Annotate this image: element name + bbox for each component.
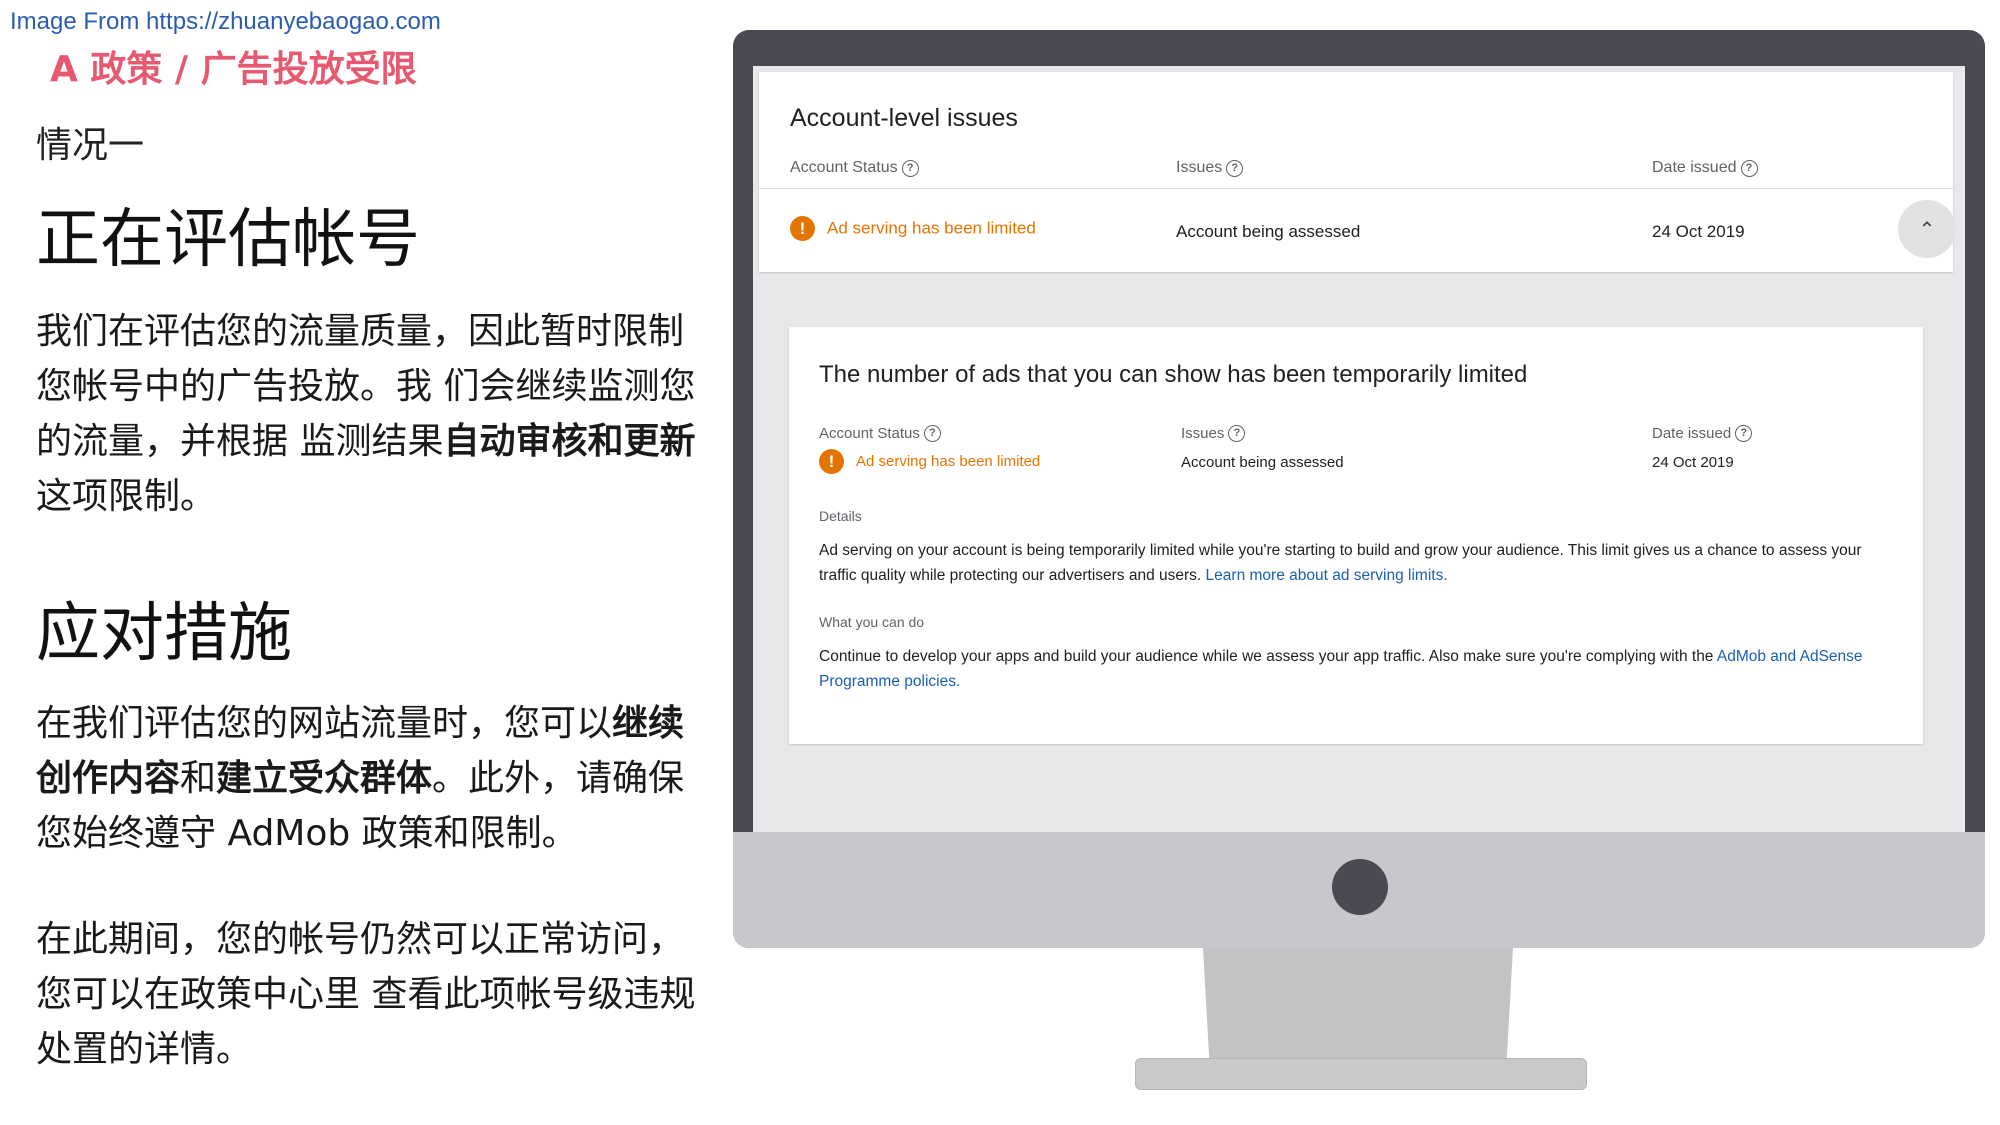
detail-label-account-status: Account Status: [819, 425, 920, 442]
detail-label-issues: Issues: [1181, 425, 1225, 442]
column-label-account-status: Account Status: [790, 159, 898, 176]
detail-status-text: Ad serving has been limited: [856, 453, 1041, 470]
paragraph-meanwhile: 在此期间，您的帐号仍然可以正常访问，您可以在政策中心里 查看此项帐号级违规处置的…: [36, 919, 696, 1070]
paragraph-situation: 我们在评估您的流量质量，因此暂时限制您帐号中的广告投放。我 们会继续监测您的流量…: [36, 304, 701, 524]
details-label: Details: [819, 508, 862, 524]
case-label: 情况一: [36, 125, 145, 166]
account-issues-card: Account-level issues Account Status ? Is…: [759, 72, 1956, 272]
help-icon[interactable]: ?: [923, 425, 941, 442]
monitor-stand: [1135, 1058, 1587, 1090]
column-label-issues: Issues: [1176, 159, 1223, 176]
status-text: Ad serving has been limited: [827, 218, 1036, 238]
monitor-frame: Account-level issues Account Status ? Is…: [733, 30, 1985, 948]
para1-bold-a: 自动审核和更新: [443, 421, 696, 462]
para1-text-b: 这项限制。: [36, 476, 217, 517]
monitor-chin: [733, 832, 1985, 948]
monitor-screen: Account-level issues Account Status ? Is…: [753, 66, 1965, 834]
para2-text-a: 在我们评估您的网站流量时，您可以: [36, 703, 613, 744]
chevron-up-icon: ⌃: [1918, 217, 1936, 241]
card-title: Account-level issues: [790, 104, 1018, 132]
details-text: Ad serving on your account is being temp…: [819, 538, 1899, 588]
monitor-logo: [1332, 859, 1388, 915]
monitor-neck: [1203, 948, 1513, 1058]
help-icon[interactable]: ?: [1740, 159, 1758, 177]
warning-icon: !: [790, 216, 815, 241]
help-icon[interactable]: ?: [901, 159, 919, 177]
column-header-issues: Issues ?: [1176, 159, 1244, 177]
warning-icon: !: [819, 449, 844, 474]
heading-response-measures: 应对措施: [36, 597, 292, 671]
help-icon[interactable]: ?: [1228, 425, 1246, 442]
heading-assessing-account: 正在评估帐号: [36, 203, 420, 277]
detail-label-date-issued: Date issued: [1652, 425, 1732, 442]
detail-header-account-status: Account Status ?: [819, 425, 941, 442]
column-header-date-issued: Date issued ?: [1652, 159, 1758, 177]
help-icon[interactable]: ?: [1735, 425, 1753, 442]
row-date-cell: 24 Oct 2019: [1652, 222, 1745, 241]
row-issue-cell: Account being assessed: [1176, 222, 1361, 241]
para2-bold-b: 建立受众群体: [216, 758, 433, 799]
collapse-button[interactable]: ⌃: [1898, 200, 1956, 258]
detail-header-issues: Issues ?: [1181, 425, 1246, 442]
learn-more-link[interactable]: Learn more about ad serving limits.: [1206, 567, 1448, 584]
help-icon[interactable]: ?: [1226, 159, 1244, 177]
detail-issue-value: Account being assessed: [1181, 454, 1344, 471]
detail-date-value: 24 Oct 2019: [1652, 454, 1734, 471]
what-body: Continue to develop your apps and build …: [819, 648, 1714, 665]
issue-detail-card: The number of ads that you can show has …: [789, 327, 1923, 744]
para2-text-b: 和: [180, 758, 217, 799]
detail-title: The number of ads that you can show has …: [819, 361, 1528, 388]
image-source-caption: Image From https://zhuanyebaogao.com: [10, 8, 441, 35]
detail-header-date-issued: Date issued ?: [1652, 425, 1753, 442]
what-you-can-do-text: Continue to develop your apps and build …: [819, 644, 1899, 694]
header-divider: [759, 188, 1953, 189]
detail-status-value: ! Ad serving has been limited: [819, 449, 1040, 474]
paragraph-measures: 在我们评估您的网站流量时，您可以继续创作内容和建立受众群体。此外，请确保您始终遵…: [36, 696, 701, 861]
column-header-account-status: Account Status ?: [790, 159, 919, 177]
row-status-cell: ! Ad serving has been limited: [790, 216, 1036, 241]
column-label-date-issued: Date issued: [1652, 159, 1737, 176]
what-you-can-do-label: What you can do: [819, 614, 925, 630]
section-title: A 政策 / 广告投放受限: [50, 49, 417, 90]
